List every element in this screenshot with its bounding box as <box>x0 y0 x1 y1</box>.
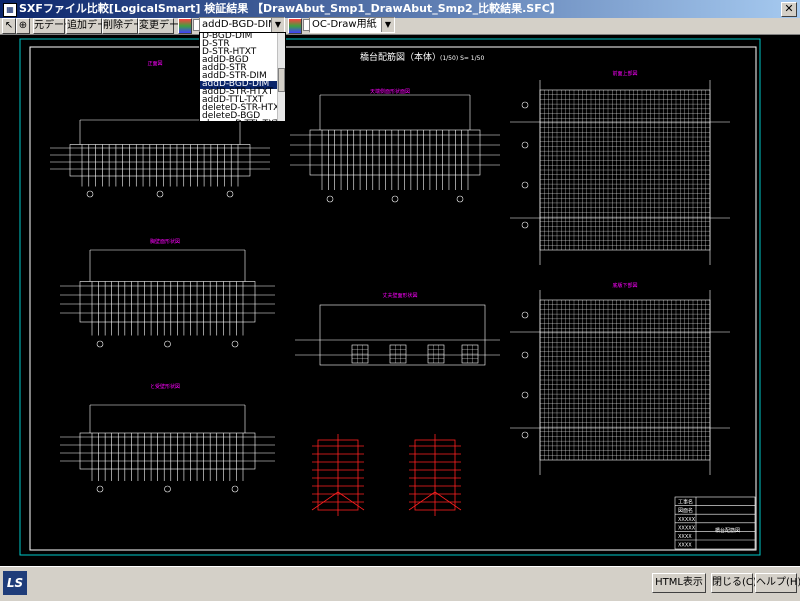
zoom-icon[interactable]: ⊕ <box>16 18 30 34</box>
select-arrow-icon[interactable]: ↖ <box>2 18 16 34</box>
title-block-cell: XXXXX <box>678 517 696 523</box>
title-block-cell: 図面名 <box>678 507 693 514</box>
rebar-detail-left <box>311 434 365 516</box>
close-icon[interactable]: ✕ <box>781 2 797 17</box>
drawing-scale: (1/50) S= 1/50 <box>440 55 484 62</box>
changed-data-button[interactable]: 変更データ <box>138 18 189 34</box>
html-view-button[interactable]: HTML表示 <box>652 573 706 593</box>
layer-color-icon[interactable] <box>178 18 192 34</box>
toolbar: ↖ ⊕ 元データ 追加データ 削除データ 変更データ addD-BGD-DIM … <box>0 17 800 34</box>
view-label: 底版下部図 <box>612 282 637 289</box>
scrollbar-thumb[interactable] <box>278 68 285 92</box>
front-view-top-left <box>50 119 270 198</box>
added-data-button[interactable]: 追加データ <box>66 18 117 34</box>
app-icon: ▦ <box>3 3 17 17</box>
layer-option[interactable]: changeD-TTL-TXT <box>202 120 280 122</box>
chevron-down-icon[interactable]: ▼ <box>381 18 394 32</box>
title-block-cell: XXXX <box>678 543 692 549</box>
layer-select-value: addD-BGD-DIM <box>202 19 277 30</box>
drawing-viewport[interactable]: 工事名 図面名 XXXXX XXXXX XXXX XXXX 橋台配筋図 橋台配筋図（本体） … <box>0 34 800 566</box>
title-block-cell: 工事名 <box>678 499 693 506</box>
wall-view-mid-center <box>295 304 500 366</box>
title-block-name: 橋台配筋図 <box>715 527 740 534</box>
front-view-mid-left <box>60 249 275 348</box>
view-label: 丈夫壁面形状図 <box>382 292 417 299</box>
cad-drawing: 工事名図面名XXXXXXXXXXXXXXXXXX橋台配筋図 橋台配筋図（本体） … <box>19 38 761 556</box>
view-label: と受壁形状図 <box>150 383 180 390</box>
layer-dropdown-list[interactable]: D-BGD-DIM D-STR D-STR-HTXT addD-BGD addD-STR… <box>199 32 286 122</box>
window-title: SXFファイル比較[LogicalSmart] 検証結果 【DrawAbut_S… <box>19 2 561 15</box>
layer-select[interactable]: addD-BGD-DIM ▼ <box>199 17 285 33</box>
chevron-down-icon[interactable]: ▼ <box>271 18 284 32</box>
side-view-top-middle <box>290 94 500 203</box>
original-data-button[interactable]: 元データ <box>33 18 74 34</box>
paper-select[interactable]: OC-Draw用紙 ▼ <box>309 17 395 33</box>
view-label: 天端側面形状面図 <box>370 88 410 95</box>
close-button[interactable]: 閉じる(C) <box>711 573 757 593</box>
rebar-detail-right <box>408 434 462 516</box>
plan-view-top-right <box>510 80 730 265</box>
title-block-cell: XXXXX <box>678 525 696 531</box>
view-label: 正面図 <box>147 61 162 67</box>
app-logo: LS <box>3 571 27 595</box>
deleted-data-button[interactable]: 削除データ <box>102 18 153 34</box>
paper-select-value: OC-Draw用紙 <box>312 19 377 30</box>
front-view-bottom-left <box>60 404 275 493</box>
paper-color-icon[interactable] <box>288 18 302 34</box>
title-bar: ▦ SXFファイル比較[LogicalSmart] 検証結果 【DrawAbut… <box>0 0 800 18</box>
help-button[interactable]: ヘルプ(H) <box>755 573 800 593</box>
view-label: 前面上部図 <box>612 70 637 77</box>
plan-view-mid-right <box>510 290 730 475</box>
view-label: 胸壁面形状図 <box>150 238 180 245</box>
title-block-cell: XXXX <box>678 534 692 540</box>
drawing-title: 橋台配筋図（本体） <box>360 51 441 63</box>
dropdown-scrollbar[interactable] <box>277 33 285 121</box>
status-bar: LS HTML表示 閉じる(C) ヘルプ(H) <box>0 566 800 601</box>
